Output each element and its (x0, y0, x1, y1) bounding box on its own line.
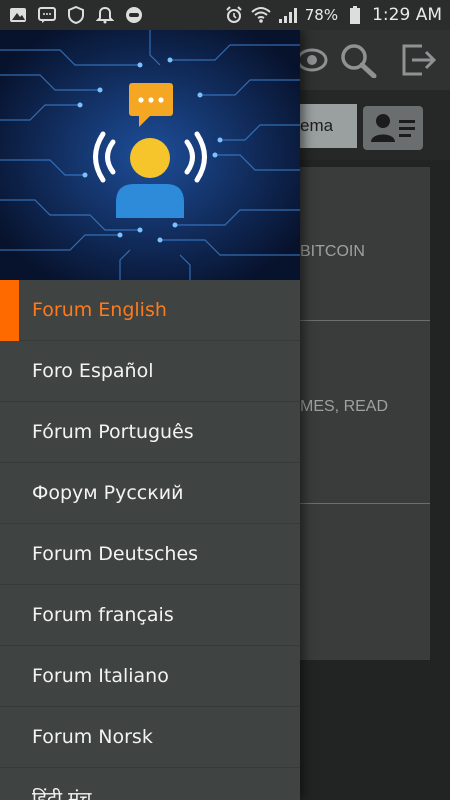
menu-item-label: Forum Norsk (32, 726, 153, 748)
user-list-icon (371, 114, 415, 142)
search-input[interactable]: ema (300, 104, 357, 148)
signal-icon (278, 6, 298, 24)
menu-item-label: Foro Español (32, 360, 154, 382)
card-text-2: MES, READ (300, 398, 389, 415)
message-icon (37, 6, 57, 24)
menu-item-forum-portugues[interactable]: Fórum Português (0, 402, 300, 463)
game-controller-icon (124, 6, 144, 24)
navigation-drawer[interactable]: Forum English Foro Español Fórum Portugu… (0, 30, 300, 800)
menu-item-forum-deutsches[interactable]: Forum Deutsches (0, 524, 300, 585)
battery-percent: 78% (304, 6, 339, 24)
logout-icon[interactable] (400, 42, 440, 78)
user-list-button[interactable] (363, 106, 423, 150)
alarm-icon (224, 6, 244, 24)
menu-item-label: हिंदी मंच (32, 788, 92, 800)
language-menu: Forum English Foro Español Fórum Portugu… (0, 280, 300, 800)
battery-icon (345, 6, 365, 24)
menu-item-forum-norsk[interactable]: Forum Norsk (0, 707, 300, 768)
card-divider (300, 503, 430, 504)
menu-item-label: Forum français (32, 604, 174, 626)
menu-item-label: Форум Русский (32, 482, 184, 504)
menu-item-forum-russian[interactable]: Форум Русский (0, 463, 300, 524)
menu-item-label: Forum English (32, 299, 167, 321)
app-icon (8, 6, 28, 24)
menu-item-label: Forum Deutsches (32, 543, 199, 565)
content-card[interactable]: BITCOIN MES, READ (300, 167, 430, 660)
menu-item-forum-italiano[interactable]: Forum Italiano (0, 646, 300, 707)
status-bar: 78% 1:29 AM (0, 0, 450, 30)
bell-icon (95, 6, 115, 24)
drawer-header (0, 30, 300, 280)
menu-item-label: Fórum Português (32, 421, 194, 443)
wifi-icon (251, 6, 271, 24)
clock: 1:29 AM (372, 5, 442, 25)
menu-item-foro-espanol[interactable]: Foro Español (0, 341, 300, 402)
menu-item-forum-english[interactable]: Forum English (0, 280, 300, 341)
card-divider (300, 320, 430, 321)
active-indicator (0, 280, 19, 341)
search-input-value: ema (300, 116, 334, 135)
menu-item-label: Forum Italiano (32, 665, 169, 687)
card-text-1: BITCOIN (300, 243, 365, 260)
circuit-background (0, 30, 300, 280)
shield-icon (66, 6, 86, 24)
search-icon[interactable] (338, 42, 378, 79)
menu-item-forum-francais[interactable]: Forum français (0, 585, 300, 646)
menu-item-forum-hindi[interactable]: हिंदी मंच (0, 768, 300, 800)
eye-icon[interactable] (296, 42, 336, 78)
